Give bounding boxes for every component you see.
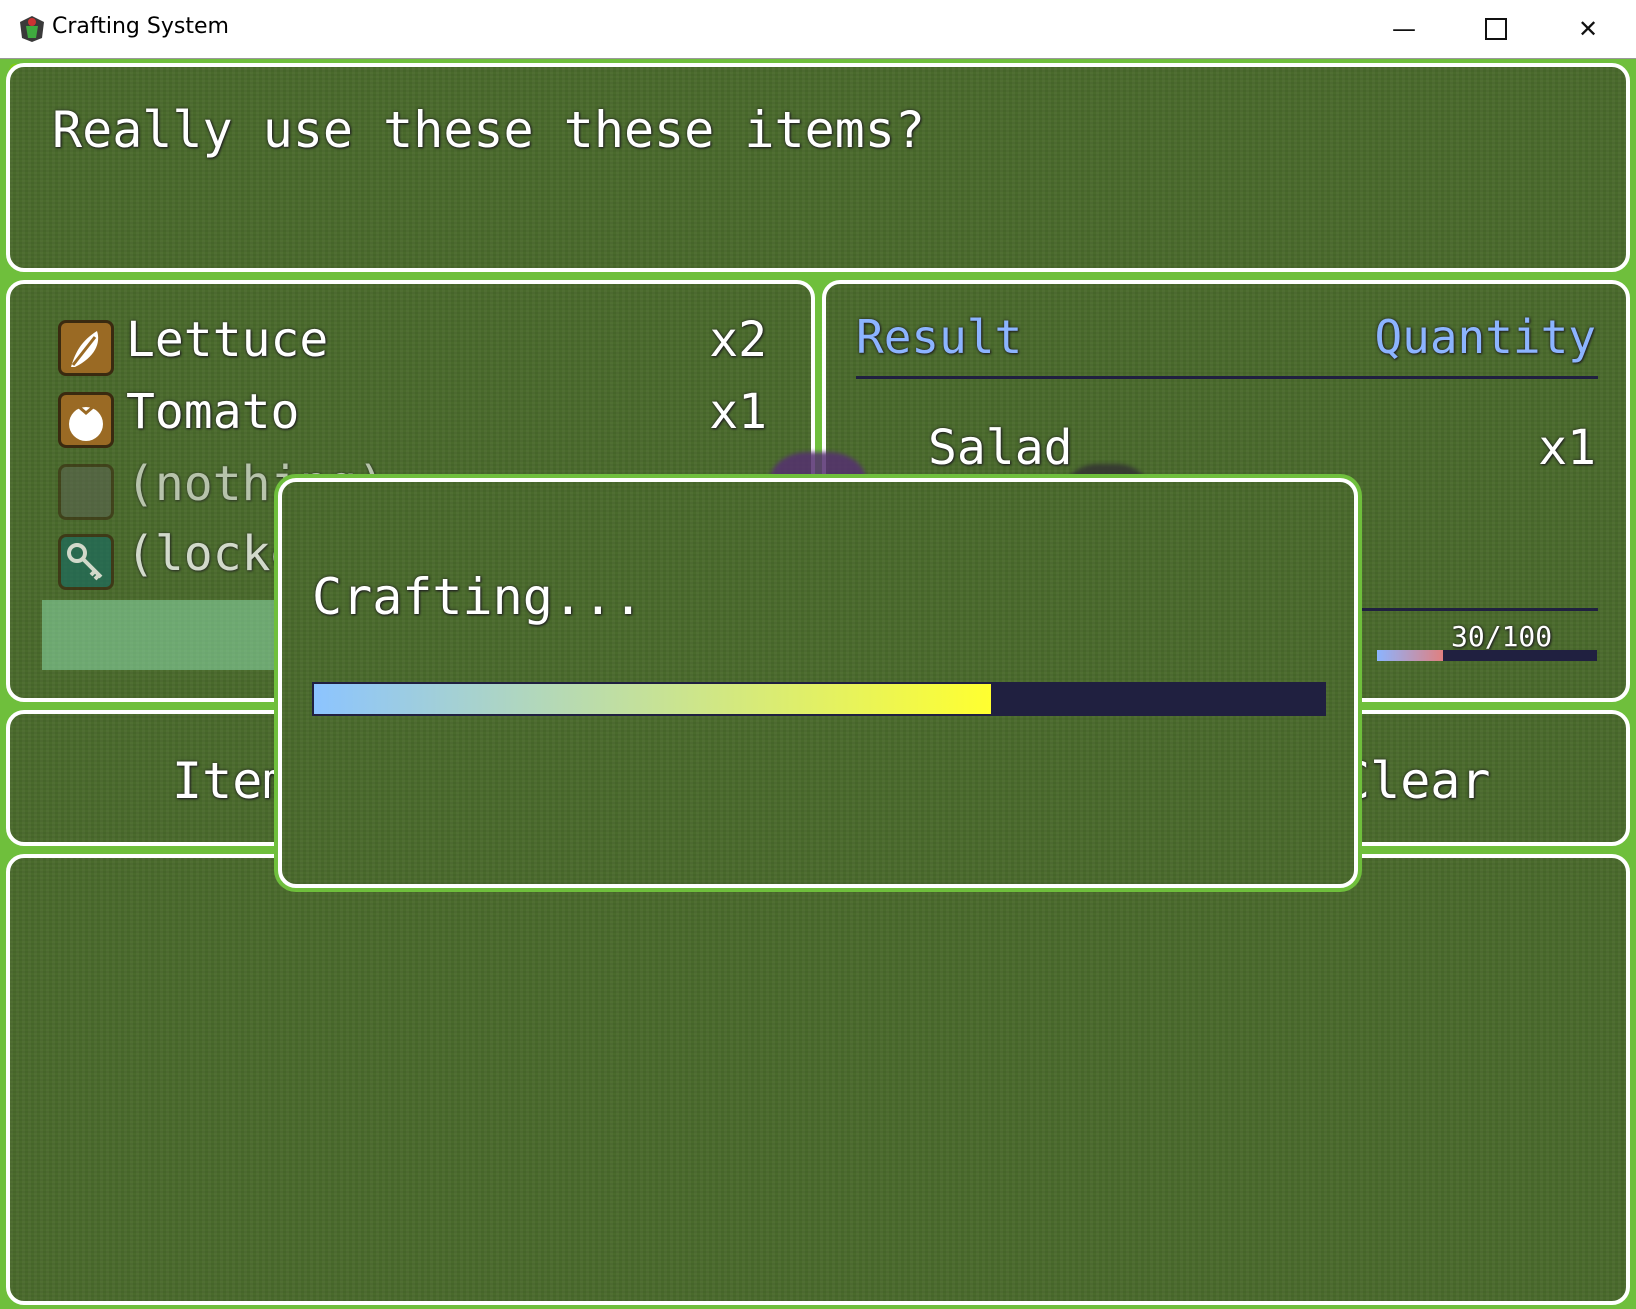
result-item-name: Salad [928, 420, 1073, 476]
crafting-progress-fill [314, 684, 991, 714]
window-title: Crafting System [52, 14, 229, 39]
item-command[interactable]: Item [172, 752, 292, 810]
crafting-text: Crafting... [312, 568, 644, 626]
minimize-button[interactable]: — [1358, 0, 1450, 58]
key-icon [58, 534, 114, 590]
close-button[interactable]: ✕ [1542, 0, 1634, 58]
result-item-quantity: x1 [1538, 420, 1596, 476]
minimize-icon: — [1392, 15, 1416, 43]
exp-bar [1377, 650, 1597, 661]
inventory-window [6, 854, 1630, 1305]
clear-command[interactable]: Clear [1340, 752, 1491, 810]
header-divider [856, 376, 1598, 379]
exp-text: 30/100 [1451, 620, 1553, 653]
game-app-icon [20, 16, 44, 42]
exp-bar-fill [1377, 650, 1443, 661]
crafting-progress-bar [312, 682, 1326, 716]
tomato-icon [58, 392, 114, 448]
item-name: Tomato [126, 384, 300, 440]
maximize-icon [1485, 18, 1507, 40]
close-icon: ✕ [1577, 15, 1599, 43]
result-header: Result [856, 310, 1023, 364]
lettuce-icon [58, 320, 114, 376]
empty-slot-icon [58, 464, 114, 520]
title-bar: Crafting System — ✕ [0, 0, 1636, 59]
item-name: Lettuce [126, 312, 329, 368]
message-text: Really use these these items? [52, 101, 925, 159]
maximize-button[interactable] [1450, 0, 1542, 58]
item-quantity: x2 [709, 312, 767, 368]
quantity-header: Quantity [1374, 310, 1596, 364]
item-quantity: x1 [709, 384, 767, 440]
message-window: Really use these these items? [6, 63, 1630, 272]
crafting-popup: Crafting... [278, 478, 1358, 888]
